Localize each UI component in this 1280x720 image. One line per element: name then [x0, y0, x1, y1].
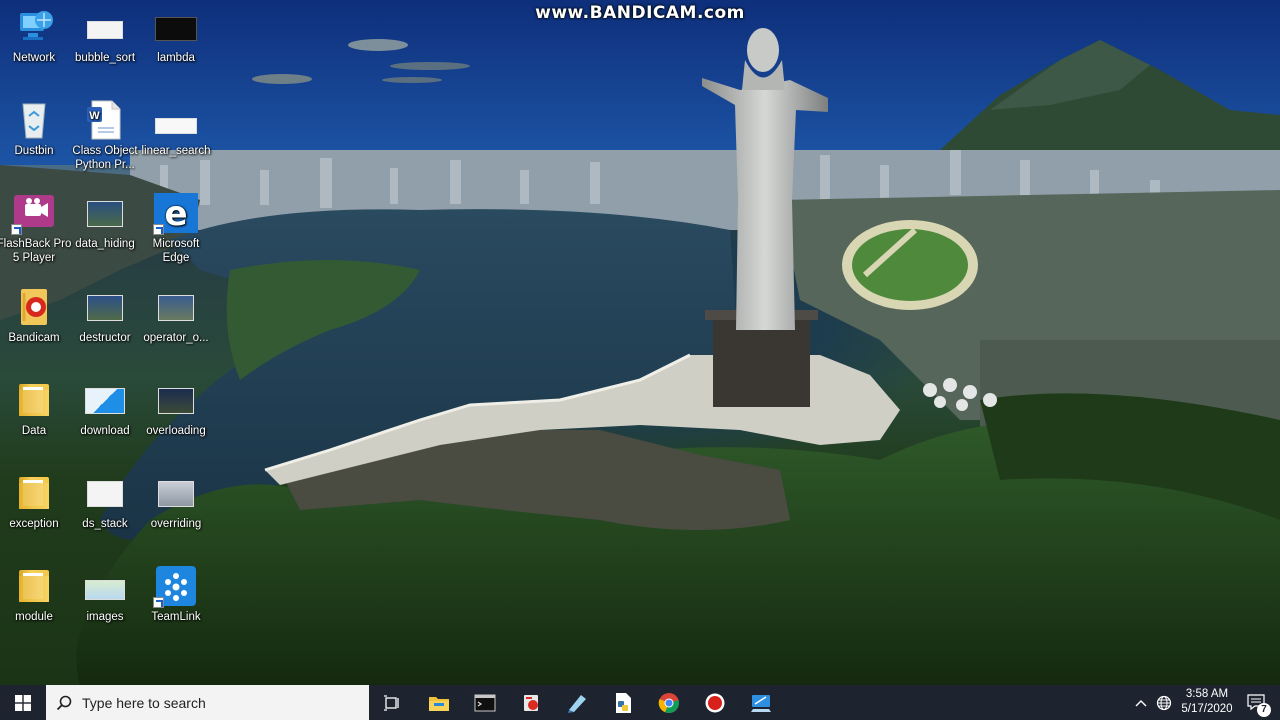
desktop-icon-label: Bandicam [8, 332, 60, 344]
video-thumbnail-icon [158, 295, 194, 321]
desktop-icon-bandicam[interactable]: Bandicam [0, 287, 72, 345]
desktop-icon-destructor[interactable]: destructor [67, 287, 143, 345]
shortcut-arrow-icon [153, 597, 164, 608]
document-thumbnail-icon [87, 21, 123, 39]
desktop-icon-label: bubble_sort [74, 52, 136, 64]
desktop-icon-lambda[interactable]: lambda [138, 7, 214, 65]
desktop-icon-download[interactable]: download [67, 380, 143, 438]
desktop[interactable]: www.BANDICAM.com Network Dustbin FlashBa… [0, 0, 1280, 685]
desktop-icon-data[interactable]: Data [0, 380, 72, 438]
clock-date: 5/17/2020 [1181, 703, 1233, 715]
network-icon [20, 11, 53, 40]
task-view-button[interactable] [370, 685, 414, 720]
desktop-icon-microsoft-edge[interactable]: e Microsoft Edge [138, 193, 214, 265]
desktop-icon-label: Network [12, 52, 56, 64]
desktop-icon-teamlink[interactable]: TeamLink [138, 566, 214, 624]
desktop-icon-label: TeamLink [151, 611, 201, 623]
desktop-icon-label: Class Object Python Pr... [72, 145, 138, 171]
taskbar-app-2[interactable] [738, 685, 784, 720]
svg-text:e: e [164, 194, 187, 233]
video-thumbnail-icon [87, 295, 123, 321]
action-center-button[interactable]: 7 [1240, 685, 1274, 720]
desktop-icon-label: exception [9, 518, 59, 530]
desktop-icon-label: overloading [146, 425, 206, 437]
taskbar-python-file[interactable] [600, 685, 646, 720]
show-hidden-icons-button[interactable] [1130, 685, 1152, 720]
shortcut-arrow-icon [153, 224, 164, 235]
desktop-icon-label: linear_search [141, 145, 211, 157]
globe-network-icon [1156, 695, 1172, 710]
taskbar: Type here to search 3:58 AM 5/17/2020 7 [0, 685, 1280, 720]
video-thumbnail-icon [158, 388, 194, 414]
folder-icon [19, 477, 49, 509]
desktop-icon-overriding[interactable]: overriding [138, 473, 214, 531]
svg-text:W: W [89, 110, 100, 122]
desktop-icon-exception[interactable]: exception [0, 473, 72, 531]
desktop-icon-class-object[interactable]: W Class Object Python Pr... [67, 100, 143, 172]
desktop-icon-label: operator_o... [143, 332, 209, 344]
desktop-icon-label: download [80, 425, 130, 437]
file-explorer-icon [429, 696, 449, 711]
desktop-icon-linear-search[interactable]: linear_search [138, 100, 214, 158]
shortcut-arrow-icon [11, 224, 22, 235]
taskbar-file-explorer[interactable] [416, 685, 462, 720]
desktop-icon-ds-stack[interactable]: ds_stack [67, 473, 143, 531]
taskbar-clock[interactable]: 3:58 AM 5/17/2020 [1178, 687, 1236, 717]
desktop-icon-label: data_hiding [75, 238, 135, 250]
desktop-icon-bubble-sort[interactable]: bubble_sort [67, 7, 143, 65]
image-thumbnail-icon [85, 388, 125, 414]
notepad-icon [568, 694, 586, 713]
task-view-icon [384, 694, 399, 711]
desktop-icon-operator-overloading[interactable]: operator_o... [138, 287, 214, 345]
word-document-icon: W [87, 100, 121, 140]
code-thumbnail-icon [155, 17, 197, 41]
desktop-icon-network[interactable]: Network [0, 7, 72, 65]
record-icon [705, 693, 725, 712]
folder-icon [19, 384, 49, 416]
desktop-icon-label: module [15, 611, 53, 623]
start-button[interactable] [0, 685, 46, 720]
terminal-icon [474, 694, 496, 711]
desktop-icon-overloading[interactable]: overloading [138, 380, 214, 438]
notification-count-badge: 7 [1257, 703, 1271, 717]
chrome-icon [658, 692, 679, 713]
desktop-icon-module[interactable]: module [0, 566, 72, 624]
taskbar-search-box[interactable]: Type here to search [46, 685, 369, 720]
image-thumbnail-icon [85, 580, 125, 600]
desktop-icon-label: images [86, 611, 124, 623]
desktop-icon-label: overriding [150, 518, 202, 530]
taskbar-record[interactable] [692, 685, 738, 720]
taskbar-app[interactable] [508, 685, 554, 720]
document-thumbnail-icon [155, 118, 197, 134]
video-thumbnail-icon [158, 481, 194, 507]
desktop-icon-label: Microsoft Edge [152, 238, 200, 264]
desktop-icon-dustbin[interactable]: Dustbin [0, 100, 72, 158]
desktop-icon-label: ds_stack [82, 518, 128, 530]
app-icon [524, 694, 538, 711]
desktop-icon-images[interactable]: images [67, 566, 143, 624]
windows-logo-icon [15, 694, 31, 711]
folder-icon [19, 570, 49, 602]
app-icon [751, 694, 771, 712]
python-file-icon [616, 692, 631, 713]
desktop-icon-data-hiding[interactable]: data_hiding [67, 193, 143, 251]
clock-time: 3:58 AM [1185, 688, 1229, 700]
desktop-icon-label: destructor [79, 332, 131, 344]
video-thumbnail-icon [87, 201, 123, 227]
search-icon [56, 695, 72, 710]
desktop-icon-label: Data [21, 425, 47, 437]
recycle-bin-icon [22, 103, 46, 139]
taskbar-terminal[interactable] [462, 685, 508, 720]
network-status-button[interactable] [1152, 685, 1176, 720]
desktop-icon-label: Dustbin [14, 145, 54, 157]
desktop-icon-flashback-player[interactable]: FlashBack Pro 5 Player [0, 193, 72, 265]
desktop-icon-label: FlashBack Pro 5 Player [0, 238, 72, 264]
document-thumbnail-icon [87, 481, 123, 507]
taskbar-notepad[interactable] [554, 685, 600, 720]
taskbar-chrome[interactable] [646, 685, 692, 720]
search-placeholder: Type here to search [82, 694, 206, 711]
bandicam-icon [21, 289, 47, 325]
chevron-up-icon [1135, 699, 1147, 706]
desktop-icon-label: lambda [157, 52, 195, 64]
